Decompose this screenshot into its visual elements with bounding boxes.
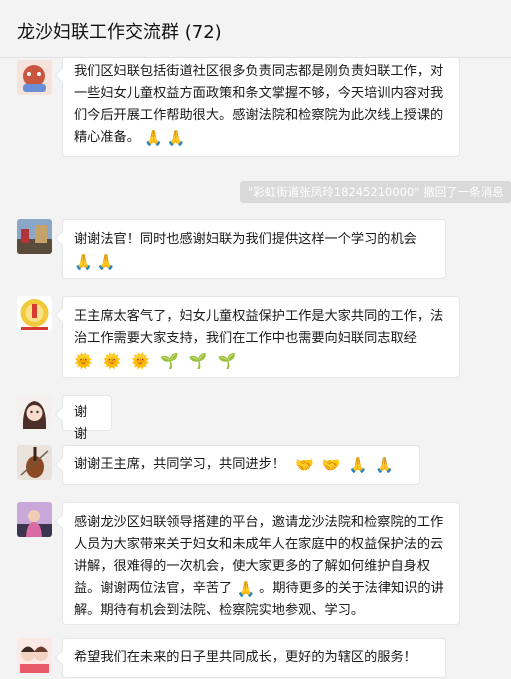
sun-emoji: 🌞 <box>102 352 122 370</box>
message-text: 我们区妇联包括街道社区很多负责同志都是刚负责妇联工作，对一些妇女儿童权益方面政策… <box>74 64 444 145</box>
folded-hands-emoji: 🙏 <box>375 456 394 474</box>
folded-hands-emoji: 🙏 <box>74 253 93 271</box>
folded-hands-emoji: 🙏 <box>144 129 163 147</box>
message-bubble[interactable]: 希望我们在未来的日子里共同成长，更好的为辖区的服务！ <box>62 638 446 678</box>
folded-hands-emoji: 🙏 <box>96 253 116 271</box>
message-bubble[interactable]: 我们区妇联包括街道社区很多负责同志都是刚负责妇联工作，对一些妇女儿童权益方面政策… <box>62 56 460 157</box>
avatar-mascot-icon[interactable] <box>17 60 52 95</box>
avatar-landscape-icon[interactable] <box>17 219 52 254</box>
handshake-emoji: 🤝 <box>321 456 341 474</box>
sprout-emoji: 🌱 <box>160 352 179 370</box>
chat-header: 龙沙妇联工作交流群 (72) <box>0 0 511 58</box>
message-text: 谢谢法官！同时也感谢妇联为我们提供这样一个学习的机会 <box>74 232 417 247</box>
sprout-emoji: 🌱 <box>217 352 237 370</box>
sun-emoji: 🌞 <box>74 352 93 370</box>
avatar-woman-icon[interactable] <box>17 502 52 537</box>
recall-notice: "彩虹街道张凤玲18245210000" 撤回了一条消息 <box>240 181 511 203</box>
sprout-emoji: 🌱 <box>188 352 208 370</box>
folded-hands-emoji: 🙏 <box>348 456 368 474</box>
sun-emoji: 🌞 <box>131 352 151 370</box>
chat-title: 龙沙妇联工作交流群 (72) <box>17 22 222 43</box>
message-text: 谢谢王主席，共同学习，共同进步！ <box>74 457 285 472</box>
avatar-girl-icon[interactable] <box>17 395 52 430</box>
message-text: 希望我们在未来的日子里共同成长，更好的为辖区的服务！ <box>74 650 417 665</box>
avatar-violin-icon[interactable] <box>17 445 52 480</box>
folded-hands-emoji: 🙏 <box>236 580 256 598</box>
avatar-couple-icon[interactable] <box>17 638 52 673</box>
folded-hands-emoji: 🙏 <box>166 129 186 147</box>
avatar-emblem-icon[interactable] <box>17 296 52 331</box>
message-bubble[interactable]: 感谢龙沙区妇联领导搭建的平台，邀请龙沙法院和检察院的工作人员为大家带来关于妇女和… <box>62 502 460 625</box>
message-bubble[interactable]: 谢谢法官！同时也感谢妇联为我们提供这样一个学习的机会 🙏 🙏 <box>62 219 446 279</box>
message-text: 王主席太客气了，妇女儿童权益保护工作是大家共同的工作，法治工作需要大家支持，我们… <box>74 309 444 346</box>
message-bubble[interactable]: 谢谢王主席，共同学习，共同进步！ 🤝 🤝 🙏 🙏 <box>62 445 420 485</box>
message-text: 谢谢 <box>74 405 88 442</box>
handshake-emoji: 🤝 <box>295 456 314 474</box>
message-bubble[interactable]: 谢谢 <box>62 395 112 442</box>
message-bubble[interactable]: 王主席太客气了，妇女儿童权益保护工作是大家共同的工作，法治工作需要大家支持，我们… <box>62 296 460 378</box>
